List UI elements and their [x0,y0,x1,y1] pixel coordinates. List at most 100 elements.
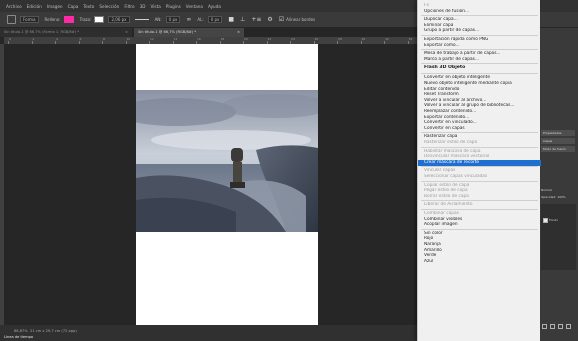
ruler-mark: 28 [338,37,342,41]
ruler-mark: 24 [291,37,295,41]
fill-swatch[interactable] [63,16,74,23]
menu-separator [421,73,538,75]
menu-separator [421,146,538,148]
stroke-width-field[interactable]: 2,06 px [108,16,130,23]
ruler-mark: 6 [79,37,82,41]
menu-separator [421,15,538,17]
layers-list[interactable]: Fondo [541,204,576,270]
menu-separator [421,63,538,65]
menu-ventana[interactable]: Ventana [186,4,203,9]
path-operations-icon[interactable]: ■ [228,16,234,23]
menu-separator [421,166,538,168]
panel-button[interactable]: Modo de fusión [541,146,575,152]
menu-selecci-n[interactable]: Selección [99,4,119,9]
menu-item[interactable]: Azul [418,259,541,265]
statue-body [233,162,242,182]
menu-filtro[interactable]: Filtro [124,4,134,9]
close-icon[interactable]: × [237,28,240,37]
settings-gear-icon[interactable]: ⚙ [267,16,272,23]
placed-photo-layer[interactable] [136,90,318,232]
menu-item: Rasterizar estilo de capa [424,140,478,145]
width-field[interactable]: 0 px [165,16,181,23]
ruler-mark: 22 [267,37,272,41]
layer-name[interactable]: Fondo [549,218,558,222]
align-edges-checkbox[interactable]: ☑ [279,16,284,23]
document-canvas[interactable] [136,44,318,325]
height-label: AL: [197,17,204,22]
menu-separator [421,228,538,230]
path-arrangement-icon[interactable]: +≡ [251,16,261,23]
ruler-mark: 20 [244,37,248,41]
align-edges-label: Alinear bordes [286,17,316,22]
menu-separator [421,209,538,210]
panel-button[interactable]: Capas [541,138,575,144]
menu-item[interactable]: Marco a partir de capas... [418,57,541,63]
layer-thumbnail-icon [543,218,548,223]
menu-item[interactable]: Grupo a partir de capas... [418,28,541,34]
statue-base [230,182,245,188]
menu-separator [421,132,538,134]
ruler-mark: 34 [408,37,413,41]
menu-item[interactable]: Convertir en capas [418,126,541,132]
menu-vista[interactable]: Vista [150,4,160,9]
ruler-mark: 16 [197,37,201,41]
menu-separator [421,35,538,36]
mode-select[interactable]: Forma [20,16,39,23]
menu-imagen[interactable]: Imagen [47,4,63,9]
menu-item[interactable]: Flash 3D Objeto [418,65,541,71]
menu-ayuda[interactable]: Ayuda [208,4,221,9]
menu-capa[interactable]: Capa [68,4,79,9]
new-layer-icon[interactable] [550,324,555,329]
menu-item[interactable]: Opciones de fusión... [418,9,541,15]
menu-3d[interactable]: 3D [140,4,146,9]
panel-button[interactable]: Propiedades [541,130,575,136]
ruler-mark: 14 [173,37,178,41]
close-icon[interactable]: × [125,28,128,37]
ruler-mark: 10 [126,37,131,41]
ruler-mark: 0 [9,37,11,41]
path-alignment-icon[interactable]: ⊥ [240,16,245,23]
menu-archivo[interactable]: Archivo [6,4,22,9]
stroke-swatch[interactable] [94,16,105,23]
opacity-field[interactable]: Opacidad: 100% [541,195,566,199]
statue-head [231,148,243,162]
shape-tool-icon[interactable] [7,15,16,24]
menu-plugins[interactable]: Plugins [166,4,181,9]
blend-mode-select[interactable]: Normal [541,188,552,192]
coastal-statue-photo [136,90,318,232]
document-tab-inactive[interactable]: Sin título-1 @ 66,7% (Forma 1, RGB/8#) *… [0,28,132,37]
menu-item: Borrar estilo de capa [424,193,469,199]
link-dimensions-icon[interactable]: ∞ [186,16,191,23]
layer-context-menu: Fx Opciones de fusión... Duplicar capa... E… [417,0,541,341]
canvas-workspace[interactable] [4,44,422,325]
menu-item[interactable]: Exportar como... [418,43,541,49]
link-icon[interactable] [542,324,547,329]
horizontal-ruler[interactable]: 0 2 4 6 8 10 12 14 16 18 20 22 24 26 28 30 32 34 [4,37,422,44]
status-bar: 66,67% 21 cm x 29,7 cm (72 ppp) Línea de… [0,325,422,341]
ruler-mark: 30 [361,37,366,41]
stroke-label: Trazo: [79,17,92,22]
tab-label: Sin título-1 @ 66,7% (Forma 1, RGB/8#) * [4,30,80,34]
ruler-mark: 4 [56,37,58,41]
document-tab-active[interactable]: Sin título-1 @ 66,7% (RGB/8#) * × [134,28,244,37]
tab-label: Sin título-1 @ 66,7% (RGB/8#) * [138,30,197,34]
fill-label: Relleno: [44,17,61,22]
ruler-mark: 32 [385,37,389,41]
menu-item[interactable]: Crear máscara de recorte [418,159,541,166]
menu-texto[interactable]: Texto [83,4,94,9]
width-label: AN: [154,17,162,22]
height-field[interactable]: 0 px [207,16,223,23]
layers-panel-dock: Propiedades Capas Modo de fusión Normal … [538,28,578,341]
menu-edici-n[interactable]: Edición [27,4,42,9]
trash-icon[interactable] [566,324,571,329]
menu-separator [421,180,538,182]
folder-icon[interactable] [558,324,563,329]
menu-item[interactable]: Acoplar imagen [418,222,541,228]
stroke-type-select[interactable] [134,19,149,20]
ruler-mark: 8 [103,37,105,41]
menu-item: Seleccionar capas vinculadas [424,174,488,179]
ruler-mark: 12 [150,37,154,41]
zoom-level[interactable]: 66,67% 21 cm x 29,7 cm (72 ppp) [14,329,77,333]
timeline-tab[interactable]: Línea de tiempo [4,335,33,339]
menu-item: Liberar de Aislamiento [424,202,473,208]
